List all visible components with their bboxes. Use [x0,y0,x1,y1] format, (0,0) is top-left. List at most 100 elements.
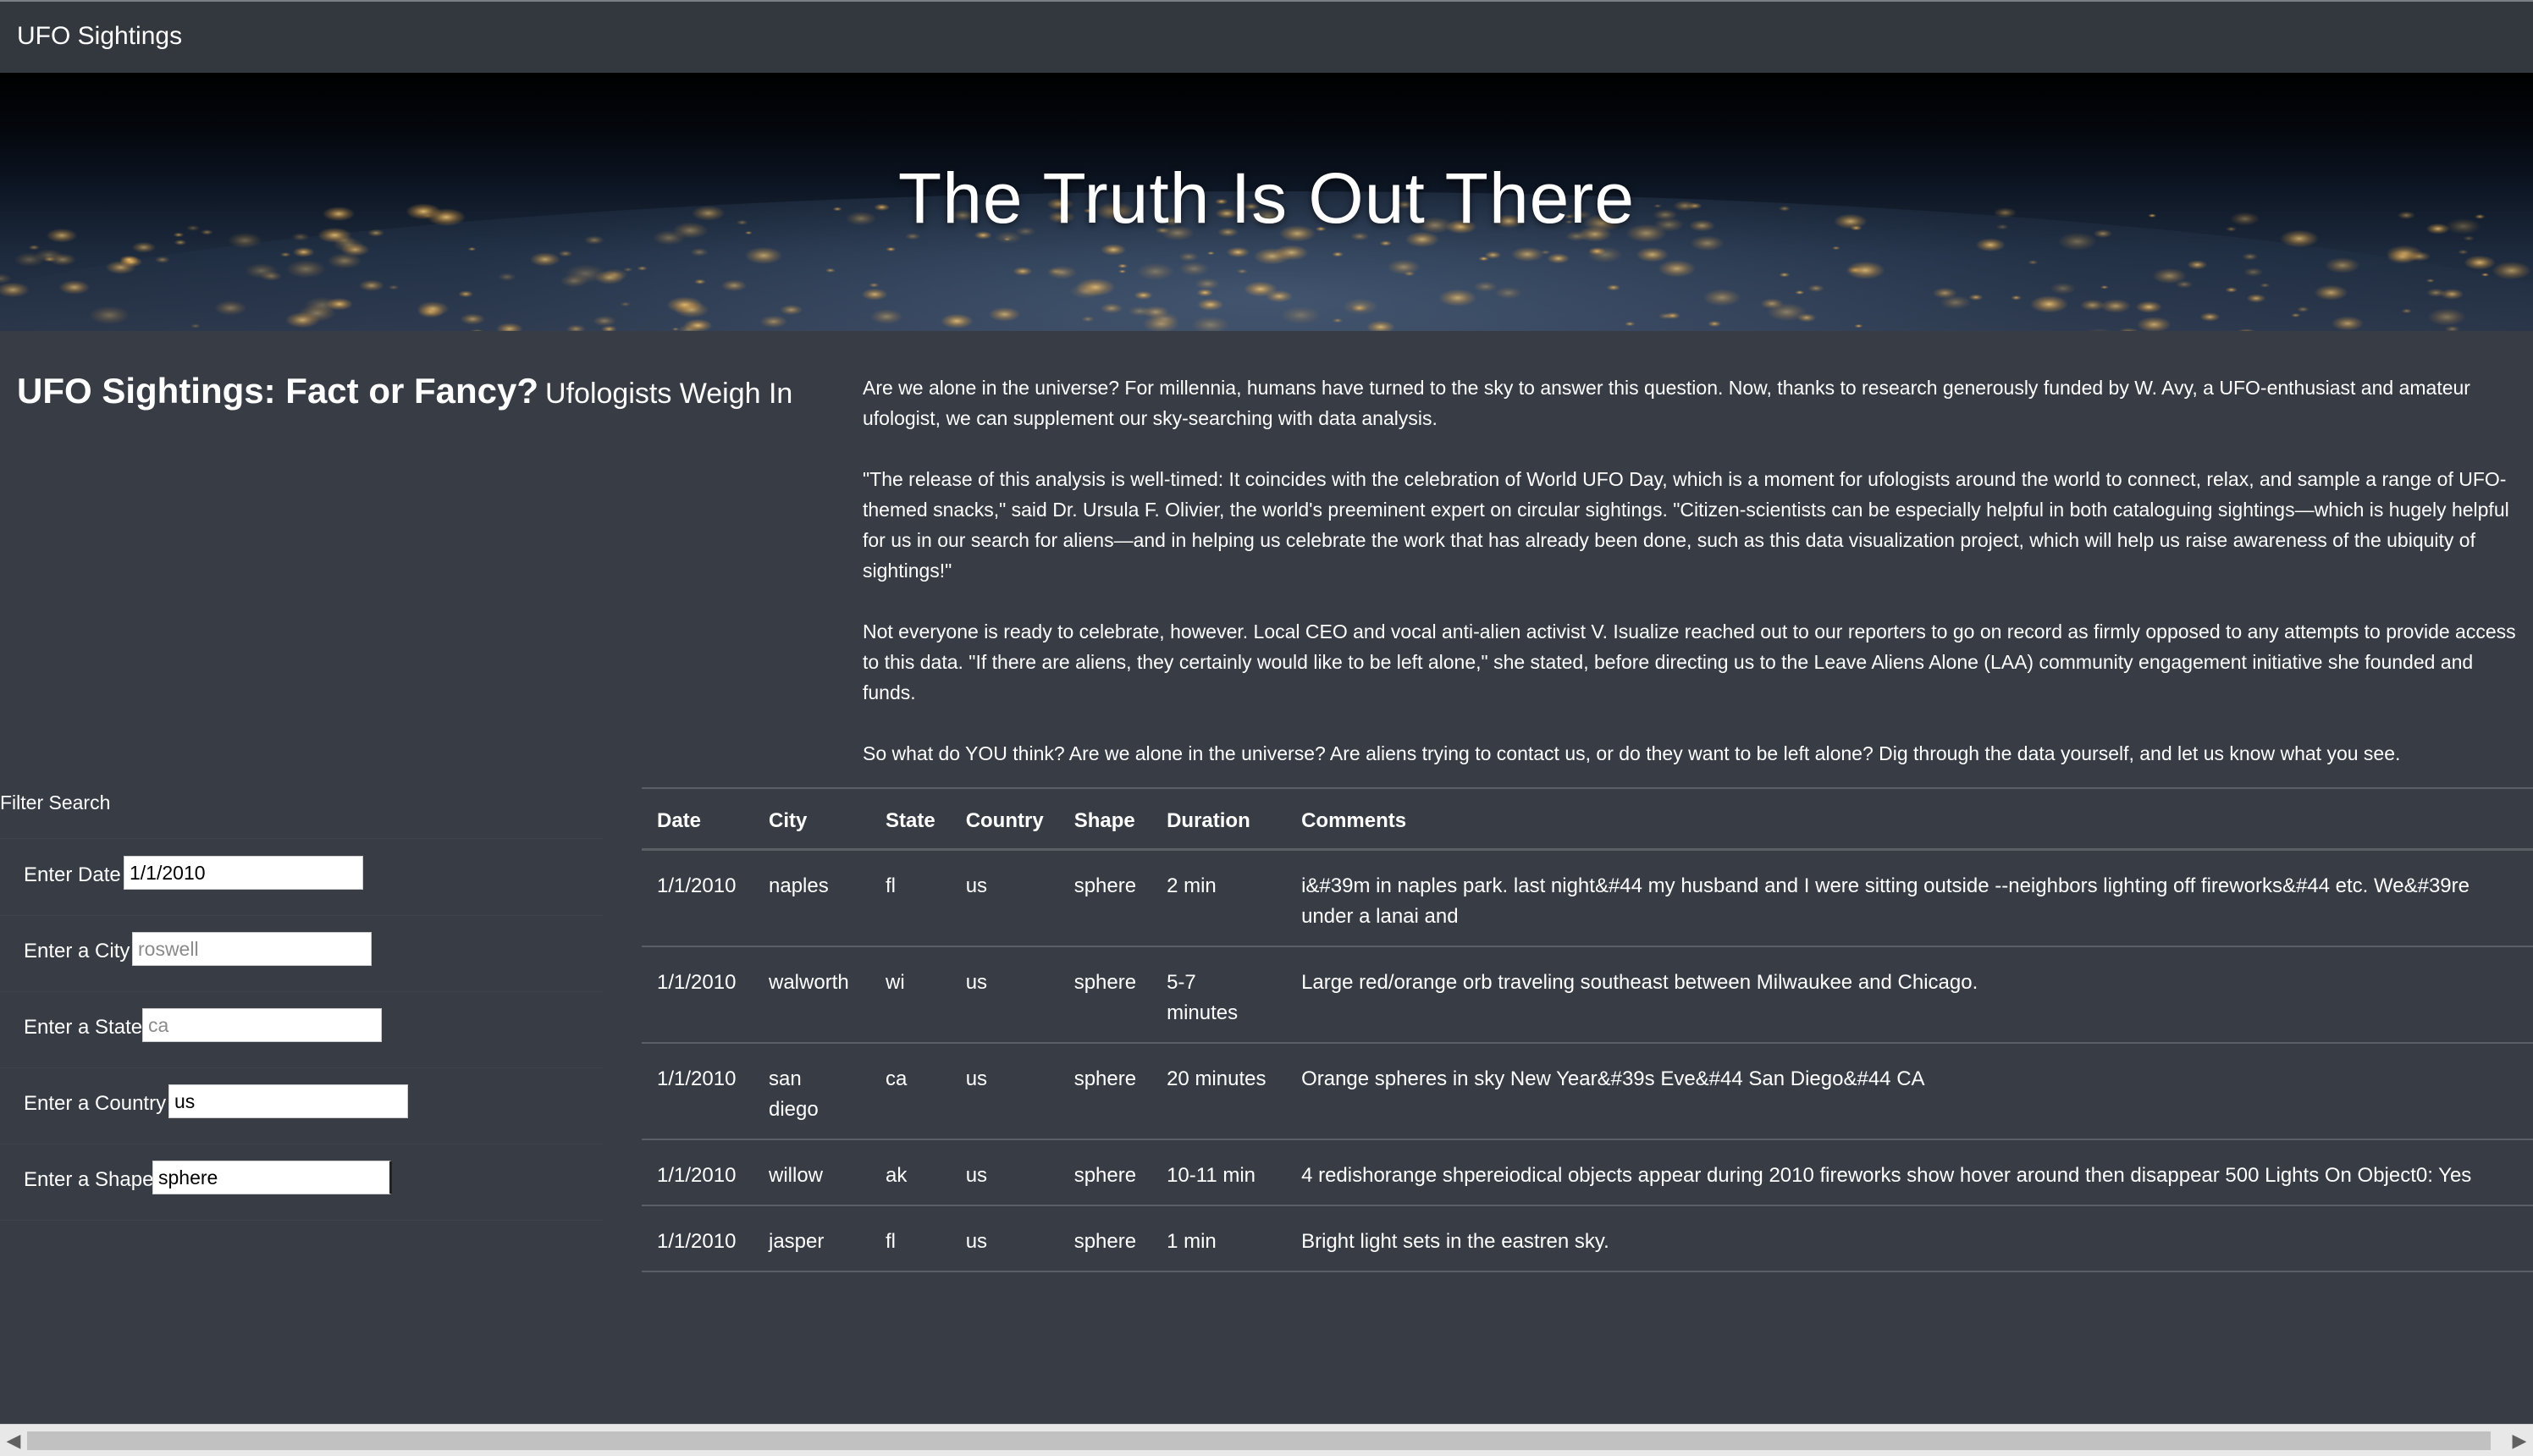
navbar-brand-link[interactable]: UFO Sightings [17,22,182,51]
city-light-dot [2199,312,2221,322]
cell-comments: Orange spheres in sky New Year&#39s Eve&… [1286,1043,2533,1140]
article-paragraph: Not everyone is ready to celebrate, howe… [863,620,2516,703]
cell-state: ca [870,1043,951,1140]
city-light-dot [1178,262,1210,276]
table-header-row: Date City State Country Shape Duration C… [642,787,2533,851]
cell-country: us [950,1139,1059,1206]
column-header-city[interactable]: City [753,787,870,851]
state-input[interactable] [142,1008,382,1042]
date-input[interactable] [124,856,363,890]
city-light-dot [1266,290,1293,303]
city-light-dot [744,246,783,265]
city-light-dot [14,252,45,267]
city-light-dot [637,266,648,271]
column-header-date[interactable]: Date [642,787,753,851]
column-header-state[interactable]: State [870,787,951,851]
city-light-dot [1136,262,1175,280]
cell-date: 1/1/2010 [642,1139,753,1206]
city-light-dot [1332,251,1344,257]
city-light-dot [2425,279,2435,283]
filter-search-title: Filter Search [0,791,111,813]
city-light-dot [58,280,91,295]
city-light-dot [1150,312,1179,326]
scroll-left-arrow-icon[interactable]: ◀ [2,1428,25,1453]
column-header-shape[interactable]: Shape [1058,787,1152,851]
city-light-dot [327,253,362,269]
date-label: Enter Date [24,863,121,886]
city-light-dot [988,306,1021,322]
scrollbar-thumb[interactable] [27,1431,2491,1450]
city-light-dot [2325,257,2360,273]
city-light-dot [2243,267,2264,277]
city-light-dot [1048,267,1064,275]
cell-shape: sphere [1058,849,1152,947]
city-light-dot [119,255,139,264]
city-light-dot [623,267,633,273]
country-label: Enter a Country [24,1092,167,1115]
column-header-country[interactable]: Country [950,787,1059,851]
city-label: Enter a City [24,940,130,962]
city-light-dot [1606,284,1621,291]
table-row: 1/1/2010 naples fl us sphere 2 min i&#39… [642,849,2533,947]
cell-country: us [950,1205,1059,1272]
city-light-dot [1274,245,1309,261]
cell-date: 1/1/2010 [642,1043,753,1140]
horizontal-scrollbar[interactable]: ◀ ▶ [0,1424,2533,1456]
city-light-dot [1195,278,1220,290]
city-light-dot [190,323,201,328]
country-input[interactable] [168,1084,408,1118]
city-light-dot [498,273,516,281]
city-light-dot [1540,250,1551,255]
city-light-dot [2152,267,2187,284]
cell-duration: 20 minutes [1151,1043,1287,1140]
city-light-dot [2238,328,2255,331]
city-light-dot [1178,252,1199,262]
cell-shape: sphere [1058,1205,1152,1272]
city-light-dot [1494,286,1522,300]
city-light-dot [1760,298,1784,310]
city-light-dot [601,325,617,331]
city-light-dot [1795,290,1805,295]
cell-city: walworth [753,946,870,1044]
city-light-dot [1013,267,1033,276]
city-light-dot [529,252,560,267]
hero-banner: The Truth Is Out There [0,73,2533,331]
city-light-dot [1100,303,1123,314]
city-light-dot [326,297,353,311]
article-paragraph: "The release of this analysis is well-ti… [863,468,2509,582]
city-light-dot [1968,294,1984,301]
city-light-dot [2242,253,2259,261]
city-light-dot [759,315,788,328]
city-input[interactable] [132,932,372,966]
cell-country: us [950,946,1059,1044]
article-subtitle: Ufologists Weigh In [545,378,793,410]
city-light-dot [2135,301,2162,313]
city-light-dot [593,315,616,327]
city-light-dot [690,248,709,256]
city-light-dot [131,241,157,253]
cell-shape: sphere [1058,1139,1152,1206]
state-label: Enter a State [24,1016,143,1039]
table-row: 1/1/2010 san diego ca us sphere 20 minut… [642,1043,2533,1140]
city-light-dot [1658,312,1674,320]
city-light-dot [2118,328,2139,331]
city-light-dot [1658,260,1696,278]
city-light-dot [2225,287,2238,293]
scroll-right-arrow-icon[interactable]: ▶ [2508,1428,2531,1453]
column-header-comments[interactable]: Comments [1286,787,2533,851]
city-light-dot [2086,328,2112,331]
table-row: 1/1/2010 jasper fl us sphere 1 min Brigh… [642,1205,2533,1272]
city-light-dot [1708,320,1722,328]
filter-form: Enter Date Enter a City Enter a State En… [0,838,603,1221]
city-light-dot [1069,284,1103,299]
column-header-duration[interactable]: Duration [1151,787,1287,851]
cell-country: us [950,1043,1059,1140]
city-light-dot [495,323,523,331]
city-light-dot [2246,294,2266,303]
city-light-dot [286,260,326,279]
article-paragraph: So what do YOU think? Are we alone in th… [863,742,2401,764]
shape-input[interactable] [152,1161,392,1194]
filter-row-state: Enter a State [0,991,603,1068]
city-light-dot [2387,250,2418,264]
city-light-dot [2137,317,2172,331]
